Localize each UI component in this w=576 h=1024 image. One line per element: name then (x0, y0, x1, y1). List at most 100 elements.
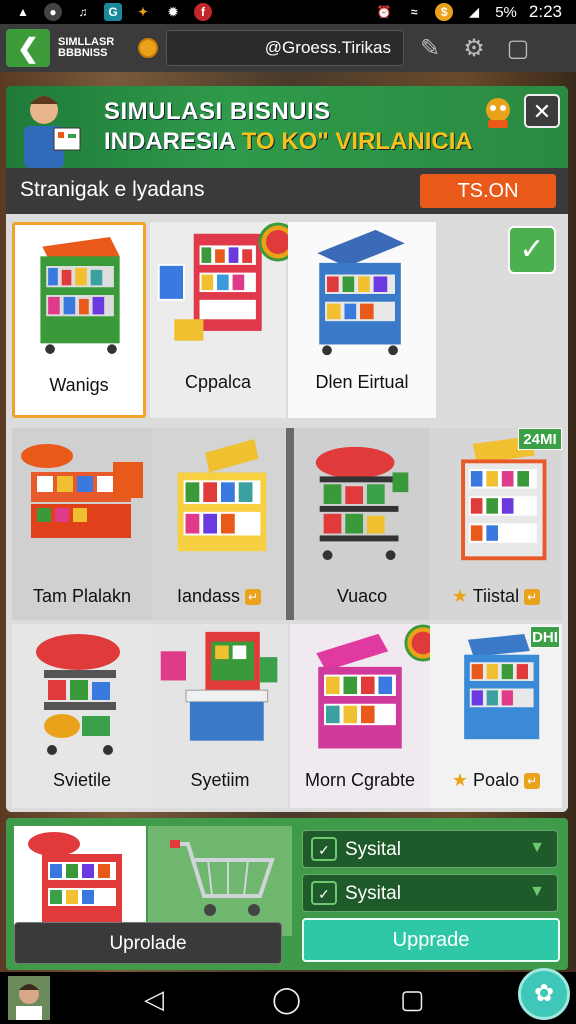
shelf-tile[interactable]: Tam Plalakn (12, 428, 152, 620)
shopping-cart-icon (148, 826, 292, 936)
banner-title-line1: SIMULASI BISNUIS (104, 98, 331, 125)
system-nav-bar: ◁ ◯ ▢ (0, 972, 576, 1024)
music-icon: ♫ (78, 5, 88, 19)
avatar-face-icon (8, 976, 50, 1020)
coin-icon: $ (435, 3, 454, 21)
blue-shelf-icon (317, 229, 405, 356)
chevron-down-icon: ▼ (529, 883, 545, 900)
phone-icon: G (104, 3, 122, 21)
kiosk-icon (160, 631, 278, 741)
toggle-button[interactable]: TS.ON (420, 174, 556, 208)
tile-label-text: Poalo (473, 770, 520, 790)
bottom-panel: ✓ Sysital ▼ ✓ Sysital ▼ Uprolade Upprade (6, 818, 568, 970)
alarm-icon: ⏰ (376, 5, 392, 19)
floating-action-button[interactable]: ✿ (518, 968, 570, 1020)
wifi-icon: ≈ (410, 5, 418, 19)
signal-icon: ◢ (469, 5, 479, 19)
app-name-line2: BBBNISS (58, 47, 108, 59)
banner-title-white: INDARESIA (104, 128, 236, 155)
leaf-icon: ✓ (311, 837, 337, 861)
game-icon: ✦ (137, 5, 149, 19)
close-button[interactable]: ✕ (524, 94, 560, 128)
back-arrow-icon: ❮ (17, 33, 39, 63)
select-value: Sysital (345, 839, 401, 860)
shelf-tile[interactable]: Wanigs (12, 222, 146, 418)
top-app-bar: ❮ SIMLLASR BBBNISS @Groess.Tirikas ✎ ⚙ ▢ (0, 24, 576, 72)
green-shelf-icon (40, 237, 120, 354)
app-name: SIMLLASR BBBNISS (58, 37, 130, 59)
checkmark-icon[interactable]: ✓ (508, 226, 556, 274)
dark-rack-icon (315, 446, 409, 561)
upgrade-badge-icon: ↵ (245, 589, 262, 606)
chevron-down-icon: ▼ (529, 839, 545, 856)
cart-icon (170, 840, 275, 916)
battery-level: 5% (495, 3, 517, 21)
leaf-icon: ✓ (311, 881, 337, 905)
shelf-tile[interactable]: Vuaco (294, 428, 430, 620)
tile-label: Svietile (52, 770, 112, 790)
settings-icon: ✹ (167, 5, 179, 19)
shopkeeper-character-icon (24, 96, 81, 168)
tile-label: ★ Poalo ↵ (430, 770, 562, 791)
store-selection-panel: SIMULASI BISNUIS INDARESIA TO KO" VIRLAN… (6, 86, 568, 812)
upgrade-button[interactable]: Upprade (302, 918, 560, 962)
teal-shelf-icon (464, 634, 540, 740)
cart-stand-icon (36, 634, 120, 755)
tile-label: Dlen Eirtual (315, 372, 409, 392)
category-title: Stranigak e lyadans (20, 178, 205, 201)
price-tag: 24MI (518, 428, 562, 450)
tile-label: Morn Cgrabte (304, 770, 416, 790)
upload-button[interactable]: Uprolade (14, 922, 282, 964)
tile-label: Cppalca (184, 372, 252, 392)
tile-label: Tam Plalakn (32, 586, 132, 606)
tile-label: Wanigs (49, 375, 109, 395)
tile-label-text: Tiistal (472, 586, 520, 606)
home-nav-icon[interactable]: ◯ (272, 984, 301, 1015)
price-tag: DHI (530, 626, 560, 648)
tile-label: Vuaco (336, 586, 388, 606)
mascot-icon (486, 98, 510, 128)
yellow-shelf-icon (177, 438, 267, 552)
orange-counter-icon (21, 444, 143, 538)
tile-label-text: Iandass (176, 586, 241, 606)
banner-title-accent: TO KO" VIRLANICIA (241, 128, 473, 155)
coin-icon (138, 38, 158, 58)
shelf-tile[interactable]: Svietile (12, 624, 152, 808)
star-icon: ★ (451, 586, 469, 606)
category-bar: Stranigak e lyadans TS.ON (6, 168, 568, 214)
back-button[interactable]: ❮ (6, 29, 50, 67)
messenger-icon: ● (44, 3, 62, 21)
shelf-tile[interactable]: Morn Cgrabte (290, 624, 442, 808)
torch-icon: ▲ (17, 5, 29, 19)
shelf-grid: Wanigs Cppalca Dlen Eirtual ✓ Tam Plalak… (6, 214, 568, 812)
recents-nav-icon[interactable]: ▢ (400, 984, 425, 1015)
tile-label: Syetiim (190, 770, 250, 790)
shelf-tile[interactable]: Dlen Eirtual (288, 222, 436, 418)
tall-red-shelf-icon (461, 436, 547, 561)
gear-icon[interactable]: ⚙ (456, 30, 492, 66)
shelf-tile[interactable]: 24MI ★ Tiistal ↵ (430, 428, 562, 620)
shelf-tile[interactable]: DHI ★ Poalo ↵ (430, 624, 562, 808)
avatar[interactable] (8, 976, 50, 1020)
flipboard-icon: f (194, 3, 212, 21)
shelf-tile[interactable]: Iandass ↵ (152, 428, 286, 620)
select-value: Sysital (345, 883, 401, 904)
title-banner: SIMULASI BISNUIS INDARESIA TO KO" VIRLAN… (6, 86, 568, 168)
upgrade-badge-icon: ↵ (524, 773, 541, 790)
shelf-tile[interactable]: Cppalca (150, 222, 298, 418)
tile-divider (286, 428, 294, 620)
system-select-2[interactable]: ✓ Sysital ▼ (302, 874, 558, 912)
banner-title-line2: INDARESIA TO KO" VIRLANICIA (104, 128, 473, 156)
cog-icon: ✿ (533, 980, 555, 1007)
upgrade-badge-icon: ↵ (524, 589, 541, 606)
clock: 2:23 (528, 2, 562, 21)
system-select-1[interactable]: ✓ Sysital ▼ (302, 830, 558, 868)
shelf-tile[interactable]: Syetiim (152, 624, 288, 808)
fullscreen-icon[interactable]: ▢ (500, 30, 536, 66)
map-icon[interactable]: ✎ (412, 30, 448, 66)
back-nav-icon[interactable]: ◁ (144, 984, 164, 1015)
user-handle-field[interactable]: @Groess.Tirikas (166, 30, 404, 66)
tile-label: Iandass ↵ (152, 586, 286, 607)
status-bar: ▲ ● ♫ G ✦ ✹ f ⏰ ≈ $ ◢ 5% 2:23 (0, 0, 576, 24)
tile-label: ★ Tiistal ↵ (430, 586, 562, 607)
